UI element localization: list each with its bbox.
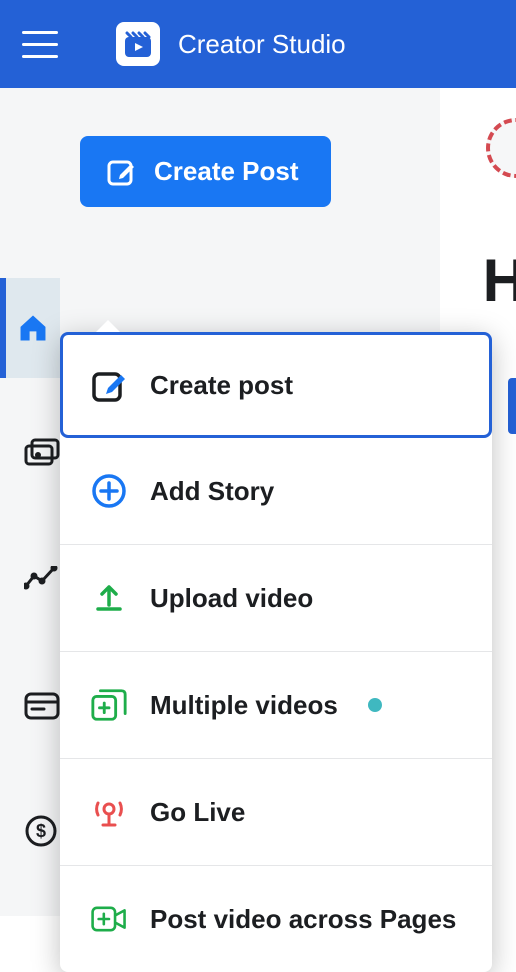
menu-item-label: Post video across Pages: [150, 904, 456, 935]
menu-item-add-story[interactable]: Add Story: [60, 438, 492, 545]
multiple-icon: [90, 686, 128, 724]
sidebar-item-insights[interactable]: [24, 566, 60, 590]
sidebar-item-home[interactable]: [0, 278, 60, 378]
sidebar-item-inbox[interactable]: [24, 692, 60, 720]
compose-icon: [90, 366, 128, 404]
home-icon: [16, 311, 50, 345]
menu-item-label: Multiple videos: [150, 690, 338, 721]
insights-icon: [24, 566, 60, 590]
compose-icon: [106, 157, 136, 187]
app-title: Creator Studio: [178, 29, 346, 60]
upload-icon: [90, 579, 128, 617]
create-dropdown-menu: Create post Add Story Upload video: [60, 332, 492, 972]
menu-item-label: Create post: [150, 370, 293, 401]
create-post-label: Create Post: [154, 156, 299, 187]
menu-item-label: Upload video: [150, 583, 313, 614]
app-logo[interactable]: Creator Studio: [116, 22, 346, 66]
menu-item-label: Go Live: [150, 797, 245, 828]
svg-text:$: $: [36, 821, 46, 841]
menu-item-post-across-pages[interactable]: Post video across Pages: [60, 866, 492, 972]
menu-item-upload-video[interactable]: Upload video: [60, 545, 492, 652]
sidebar-item-monetization[interactable]: $: [24, 814, 58, 848]
menu-hamburger-icon[interactable]: [18, 27, 62, 62]
new-indicator-dot: [368, 698, 382, 712]
main-area: Create Post: [0, 88, 516, 916]
creator-studio-icon: [116, 22, 160, 66]
partial-gauge: [486, 118, 516, 178]
partial-scrollbar: [508, 378, 516, 434]
menu-item-go-live[interactable]: Go Live: [60, 759, 492, 866]
dollar-icon: $: [24, 814, 58, 848]
video-plus-icon: [90, 900, 128, 938]
plus-circle-icon: [90, 472, 128, 510]
sidebar-item-library[interactable]: [24, 438, 60, 468]
menu-item-label: Add Story: [150, 476, 274, 507]
menu-item-multiple-videos[interactable]: Multiple videos: [60, 652, 492, 759]
create-post-button[interactable]: Create Post: [80, 136, 331, 207]
broadcast-icon: [90, 793, 128, 831]
menu-item-create-post[interactable]: Create post: [60, 332, 492, 438]
library-icon: [24, 438, 60, 468]
partial-heading: H: [483, 246, 516, 315]
app-header: Creator Studio: [0, 0, 516, 88]
inbox-icon: [24, 692, 60, 720]
